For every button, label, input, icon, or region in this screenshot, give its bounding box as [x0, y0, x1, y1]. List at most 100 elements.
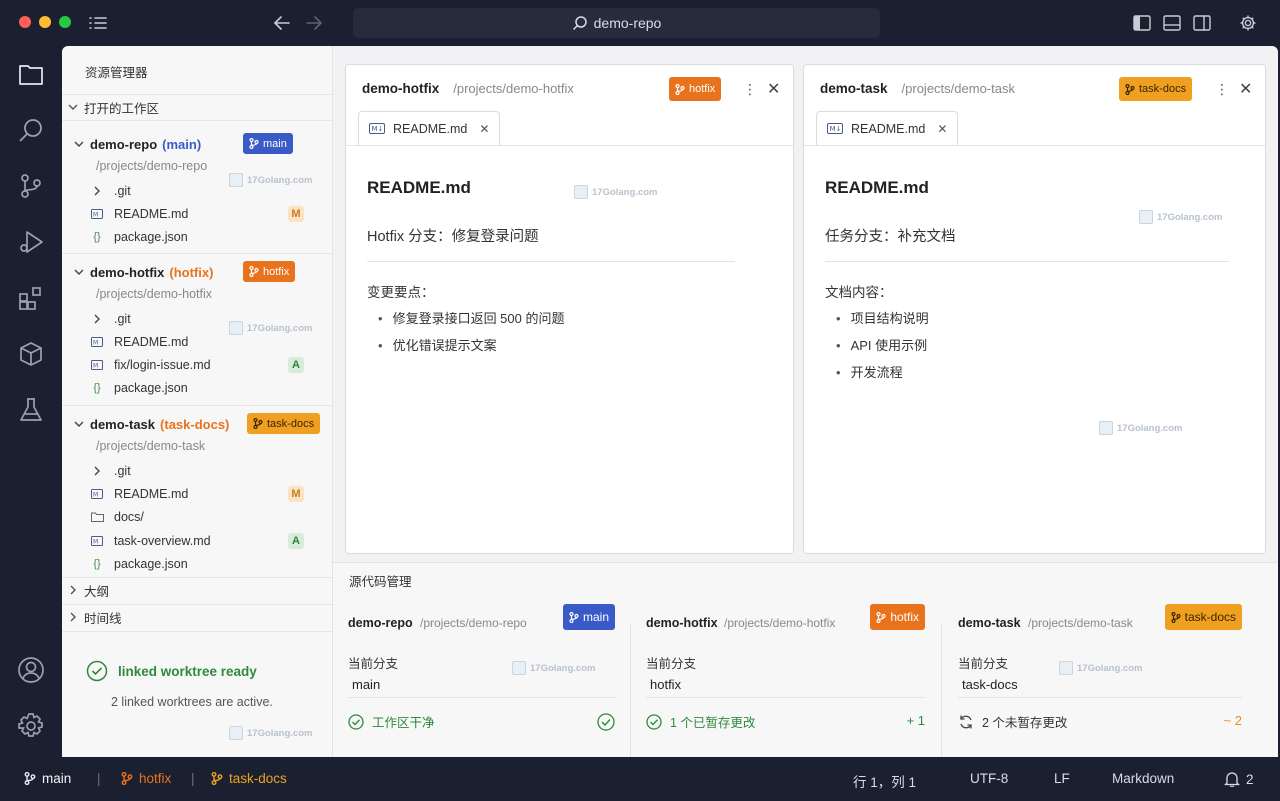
- markdown-heading: README.md: [367, 178, 471, 197]
- close-tab-icon[interactable]: ✕: [479, 122, 489, 136]
- timeline-section[interactable]: 时间线: [68, 605, 122, 629]
- worktree-path: /projects/demo-hotfix: [96, 287, 213, 301]
- explorer-files-icon[interactable]: [17, 60, 45, 88]
- editor-group-demo-hotfix: demo-hotfix /projects/demo-hotfix hotfix…: [345, 64, 794, 554]
- divider: [941, 623, 942, 763]
- git-branch-icon: [1125, 83, 1135, 95]
- close-tab-icon[interactable]: ✕: [937, 122, 947, 136]
- maximize-window-button[interactable]: [59, 16, 71, 28]
- testing-flask-icon[interactable]: [17, 396, 45, 424]
- run-debug-icon[interactable]: [17, 228, 45, 256]
- svg-text:M: M: [93, 492, 98, 499]
- svg-text:M↓: M↓: [372, 125, 384, 133]
- outline-section[interactable]: 大纲: [68, 578, 109, 602]
- tree-item[interactable]: .git: [90, 460, 320, 482]
- chevron-down-icon: [74, 141, 84, 147]
- markdown-file-icon: M: [90, 536, 104, 546]
- scm-card-demo-hotfix[interactable]: demo-hotfix /projects/demo-hotfix hotfix…: [646, 603, 925, 743]
- more-actions-icon[interactable]: ⋮: [1215, 81, 1229, 98]
- toggle-panel-icon[interactable]: [1161, 12, 1183, 34]
- markdown-file-icon: M: [90, 209, 104, 219]
- explorer-sidebar: 资源管理器 打开的工作区 demo-repo (main) main /proj…: [62, 46, 333, 757]
- title-bar: demo-repo: [0, 0, 1280, 46]
- file-encoding[interactable]: UTF-8: [970, 771, 1008, 786]
- tree-item[interactable]: {} package.json: [90, 226, 320, 248]
- source-control-icon[interactable]: [17, 172, 45, 200]
- divider: [958, 697, 1242, 698]
- menu-list-icon[interactable]: [87, 12, 109, 34]
- tab-readme[interactable]: M↓ README.md ✕: [816, 111, 959, 145]
- branch-badge-hotfix: hotfix: [669, 77, 722, 101]
- added-badge: A: [288, 357, 304, 373]
- line-ending[interactable]: LF: [1054, 771, 1070, 786]
- tree-item[interactable]: M task-overview.md A: [90, 530, 320, 552]
- markdown-file-icon: M: [90, 489, 104, 499]
- package-cube-icon[interactable]: [17, 340, 45, 368]
- close-editor-group-icon[interactable]: ✕: [1239, 79, 1252, 99]
- bell-icon: [1224, 772, 1240, 787]
- source-control-panel: 源代码管理 demo-repo /projects/demo-repo main…: [333, 562, 1278, 763]
- editor-group-demo-task: demo-task /projects/demo-task task-docs …: [803, 64, 1266, 554]
- scm-status: 工作区干净: [348, 712, 435, 731]
- markdown-rule: [367, 261, 735, 262]
- more-actions-icon[interactable]: ⋮: [743, 81, 757, 98]
- watermark-logo: 17Golang.com: [574, 185, 657, 199]
- branch-badge-main: main: [562, 604, 615, 630]
- scm-card-demo-repo[interactable]: demo-repo /projects/demo-repo main 当前分支 …: [348, 603, 615, 743]
- scm-card-demo-task[interactable]: demo-task /projects/demo-task task-docs …: [958, 603, 1242, 743]
- tree-item[interactable]: M README.md M: [90, 483, 320, 505]
- extensions-icon[interactable]: [17, 284, 45, 312]
- tree-item[interactable]: M README.md: [90, 331, 320, 353]
- svg-text:M: M: [93, 340, 98, 347]
- folder-icon: [90, 512, 104, 522]
- worktree-status: linked worktree ready: [86, 660, 257, 682]
- list-item: 修复登录接口返回 500 的问题: [378, 308, 565, 327]
- toggle-secondary-sidebar-icon[interactable]: [1191, 12, 1213, 34]
- check-circle-icon: [348, 713, 364, 730]
- command-search-box[interactable]: demo-repo: [353, 8, 880, 38]
- tree-item[interactable]: M README.md M: [90, 203, 320, 225]
- tree-item[interactable]: docs/: [90, 506, 320, 528]
- scm-status: 2 个未暂存更改: [958, 712, 1067, 731]
- close-editor-group-icon[interactable]: ✕: [767, 79, 780, 99]
- status-branch-main[interactable]: main: [24, 771, 71, 786]
- search-icon[interactable]: [17, 116, 45, 144]
- tree-item[interactable]: .git: [90, 308, 320, 330]
- toggle-sidebar-icon[interactable]: [1131, 12, 1153, 34]
- close-window-button[interactable]: [19, 16, 31, 28]
- status-branch-hotfix[interactable]: hotfix: [121, 771, 171, 786]
- markdown-rule: [825, 261, 1229, 262]
- chevron-down-icon: [68, 104, 78, 110]
- minimize-window-button[interactable]: [39, 16, 51, 28]
- git-branch-icon: [121, 772, 133, 785]
- back-arrow-icon[interactable]: [271, 12, 293, 34]
- manage-gear-icon[interactable]: [17, 712, 45, 740]
- added-badge: A: [288, 533, 304, 549]
- status-branch-task-docs[interactable]: task-docs: [211, 771, 287, 786]
- tree-item[interactable]: .git: [90, 180, 320, 202]
- svg-text:M: M: [93, 539, 98, 546]
- worktree-path: /projects/demo-repo: [96, 159, 208, 173]
- tree-item[interactable]: {} package.json: [90, 553, 320, 575]
- git-branch-icon: [24, 772, 36, 785]
- language-mode[interactable]: Markdown: [1112, 771, 1174, 786]
- tree-item[interactable]: M fix/login-issue.md A: [90, 354, 320, 376]
- git-branch-icon: [211, 772, 223, 785]
- sidebar-title: 资源管理器: [85, 66, 148, 80]
- settings-gear-icon[interactable]: [1237, 12, 1259, 34]
- open-worktrees-section[interactable]: 打开的工作区: [68, 95, 159, 119]
- tab-readme[interactable]: M↓ README.md ✕: [358, 111, 501, 145]
- forward-arrow-icon[interactable]: [303, 12, 325, 34]
- git-branch-icon: [253, 418, 263, 429]
- watermark-logo: 17Golang.com: [1139, 210, 1222, 224]
- list-item: API 使用示例: [836, 335, 928, 354]
- list-item: 开发流程: [836, 362, 903, 381]
- tree-item[interactable]: {} package.json: [90, 377, 320, 399]
- notifications[interactable]: 2: [1224, 771, 1254, 787]
- status-bar: main | hotfix | task-docs 行 1，列 1 UTF-8 …: [0, 757, 1280, 801]
- cursor-position[interactable]: 行 1，列 1: [853, 771, 916, 791]
- json-file-icon: {}: [93, 231, 101, 243]
- unstaged-count: ~ 2: [1223, 713, 1242, 728]
- scm-clean-indicator: [597, 713, 615, 734]
- account-avatar-icon[interactable]: [17, 656, 45, 684]
